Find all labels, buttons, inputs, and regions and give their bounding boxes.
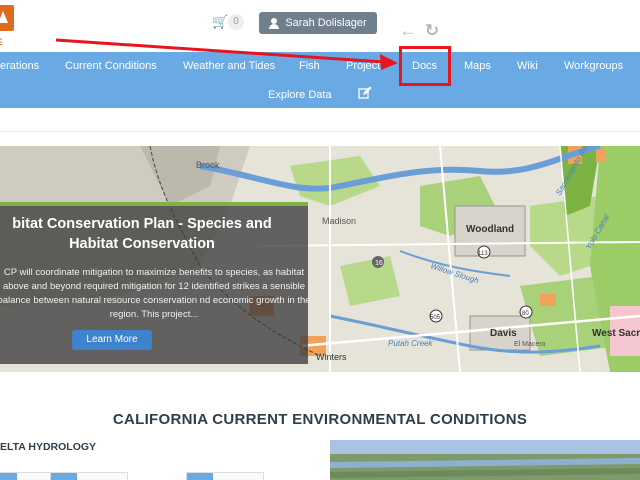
map-label-davis: Davis bbox=[490, 328, 517, 339]
route-80-label: 80 bbox=[522, 311, 529, 317]
hero-description: CP will coordinate mitigation to maximiz… bbox=[0, 267, 311, 320]
learn-more-button[interactable]: Learn More bbox=[72, 330, 152, 350]
hero-title: bitat Conservation Plan - Species and Ha… bbox=[12, 216, 272, 252]
route-505-label: 505 bbox=[430, 315, 441, 321]
delta-aerial-photo bbox=[330, 440, 640, 480]
section-title: CALIFORNIA CURRENT ENVIRONMENTAL CONDITI… bbox=[112, 411, 528, 428]
annotation-highlight-box bbox=[399, 46, 451, 86]
map-label-winters: Winters bbox=[316, 352, 347, 362]
map-label-woodland: Woodland bbox=[466, 224, 514, 235]
hydrology-card[interactable] bbox=[186, 472, 264, 480]
route-113-label: 113 bbox=[478, 251, 488, 257]
map-label-madison: Madison bbox=[322, 216, 356, 226]
route-16-label: 16 bbox=[375, 260, 383, 267]
hydrology-card[interactable] bbox=[50, 472, 128, 480]
delta-hydrology-heading: ELTA HYDROLOGY bbox=[0, 441, 97, 453]
map-label-brook: Brook bbox=[196, 160, 220, 170]
map-label-el-macero: El Macero bbox=[514, 341, 546, 348]
page-divider bbox=[0, 108, 640, 132]
hero-map-banner[interactable]: Brook Madison Woodland Willow Slough Dav… bbox=[0, 146, 640, 372]
map-label-west-sacramento: West Sacra bbox=[592, 328, 640, 339]
hero-info-card: bitat Conservation Plan - Species and Ha… bbox=[0, 202, 311, 364]
map-label-putah-creek: Putah Creek bbox=[388, 339, 433, 348]
